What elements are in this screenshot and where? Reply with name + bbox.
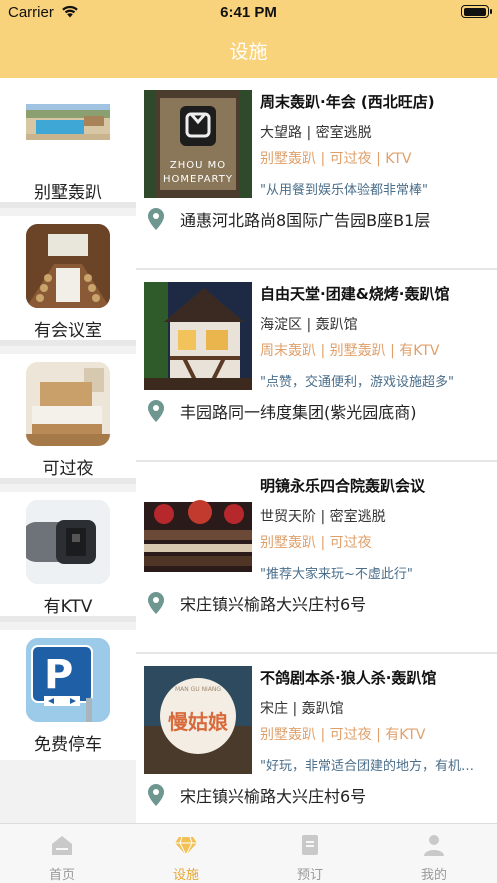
- location-pin-icon: [148, 784, 164, 806]
- tab-home[interactable]: 首页: [0, 824, 124, 883]
- venue-address: 通惠河北路尚8国际广告园B座B1层: [180, 211, 431, 230]
- category-label: 有会议室: [34, 321, 102, 341]
- venue-name: 自由天堂·团建&烧烤·轰趴馆: [260, 285, 450, 303]
- villa-pool-image: [26, 86, 110, 170]
- parking-sign-image: P: [26, 638, 110, 722]
- document-icon: [302, 835, 318, 855]
- venue-photo-caption: HOMEPARTY: [162, 174, 233, 185]
- venue-photo: [144, 474, 252, 582]
- venue-area: 大望路 | 密室逃脱: [260, 125, 372, 141]
- venue-photo: ZHOU MO HOMEPARTY: [144, 90, 252, 198]
- venue-card[interactable]: ZHOU MO HOMEPARTY 周末轰趴·年会 (西北旺店) 大望路 | 密…: [136, 78, 497, 270]
- venue-tags: 别墅轰趴 | 可过夜 | 有KTV: [260, 727, 426, 743]
- venue-name: 明镜永乐四合院轰趴会议: [260, 477, 426, 495]
- venue-quote: "好玩，非常适合团建的地方，有机会还会再来": [260, 759, 482, 774]
- category-label: 有KTV: [43, 597, 93, 617]
- venue-name: 不鸽剧本杀·狼人杀·轰趴馆: [260, 669, 437, 687]
- category-meeting-room[interactable]: 有会议室: [0, 216, 136, 346]
- venue-area: 世贸天阶 | 密室逃脱: [260, 509, 386, 525]
- location-pin-icon: [148, 208, 164, 230]
- tab-booking[interactable]: 预订: [248, 824, 372, 883]
- tab-bar: 首页 设施 预订 我的: [0, 823, 497, 883]
- tab-profile[interactable]: 我的: [372, 824, 496, 883]
- venue-address: 宋庄镇兴榆路大兴庄村6号: [180, 787, 367, 806]
- meeting-room-image: [26, 224, 110, 308]
- venue-quote: "推荐大家来玩~不虚此行": [260, 567, 413, 582]
- tab-label: 首页: [48, 868, 75, 883]
- venue-photo: [144, 282, 252, 390]
- category-ktv[interactable]: 有KTV: [0, 492, 136, 622]
- screen: Carrier 6:41 PM 设施 别墅轰趴 有会议室 可过夜 有KTV P …: [0, 0, 497, 883]
- tab-label: 设施: [172, 868, 199, 883]
- page-title: 设施: [229, 41, 268, 63]
- category-label: 免费停车: [34, 735, 102, 755]
- tab-label: 我的: [420, 868, 447, 883]
- home-icon: [52, 836, 72, 855]
- venue-name: 周末轰趴·年会 (西北旺店): [260, 93, 435, 111]
- venue-tags: 别墅轰趴 | 可过夜: [260, 535, 372, 551]
- status-bar: Carrier 6:41 PM: [0, 0, 497, 26]
- status-time: 6:41 PM: [220, 4, 277, 21]
- category-label: 可过夜: [42, 459, 94, 479]
- venue-quote: "点赞，交通便利，游戏设施超多": [260, 375, 454, 390]
- venue-address: 宋庄镇兴榆路大兴庄村6号: [180, 595, 367, 614]
- venue-list: ZHOU MO HOMEPARTY 周末轰趴·年会 (西北旺店) 大望路 | 密…: [136, 78, 497, 846]
- venue-logo-text: 慢姑娘: [168, 710, 228, 734]
- category-overnight[interactable]: 可过夜: [0, 354, 136, 484]
- venue-quote: "从用餐到娱乐体验都非常棒": [260, 183, 428, 198]
- bedroom-image: [26, 362, 110, 446]
- venue-area: 海淀区 | 轰趴馆: [260, 317, 358, 333]
- diamond-icon: [175, 836, 197, 857]
- venue-photo-caption: ZHOU MO: [169, 160, 227, 171]
- navigation-bar: Carrier 6:41 PM 设施: [0, 0, 497, 78]
- venue-photo: 慢姑娘 MAN GU NIANG: [144, 666, 252, 774]
- venue-card[interactable]: 明镜永乐四合院轰趴会议 世贸天阶 | 密室逃脱 别墅轰趴 | 可过夜 "推荐大家…: [136, 462, 497, 654]
- venue-card[interactable]: 慢姑娘 MAN GU NIANG 不鸽剧本杀·狼人杀·轰趴馆 宋庄 | 轰趴馆 …: [136, 654, 497, 846]
- venue-card[interactable]: 自由天堂·团建&烧烤·轰趴馆 海淀区 | 轰趴馆 周末轰趴 | 别墅轰趴 | 有…: [136, 270, 497, 462]
- svg-text:P: P: [44, 652, 73, 698]
- venue-address: 丰园路同一纬度集团(紫光园底商): [180, 403, 417, 422]
- person-icon: [424, 835, 444, 856]
- venue-tags: 别墅轰趴 | 可过夜 | KTV: [260, 151, 412, 167]
- tab-facilities[interactable]: 设施: [124, 824, 248, 883]
- battery-icon: [461, 5, 492, 18]
- venue-tags: 周末轰趴 | 别墅轰趴 | 有KTV: [260, 343, 440, 359]
- location-pin-icon: [148, 400, 164, 422]
- venue-area: 宋庄 | 轰趴馆: [260, 701, 344, 717]
- venue-logo-subtext: MAN GU NIANG: [174, 686, 222, 693]
- category-sidebar: 别墅轰趴 有会议室 可过夜 有KTV P 免费停车: [0, 78, 136, 768]
- microphone-image: [26, 500, 110, 584]
- category-free-parking[interactable]: P 免费停车: [0, 630, 136, 760]
- location-pin-icon: [148, 592, 164, 614]
- tab-label: 预订: [296, 868, 323, 883]
- category-villa-party[interactable]: 别墅轰趴: [0, 78, 136, 208]
- category-label: 别墅轰趴: [34, 183, 102, 203]
